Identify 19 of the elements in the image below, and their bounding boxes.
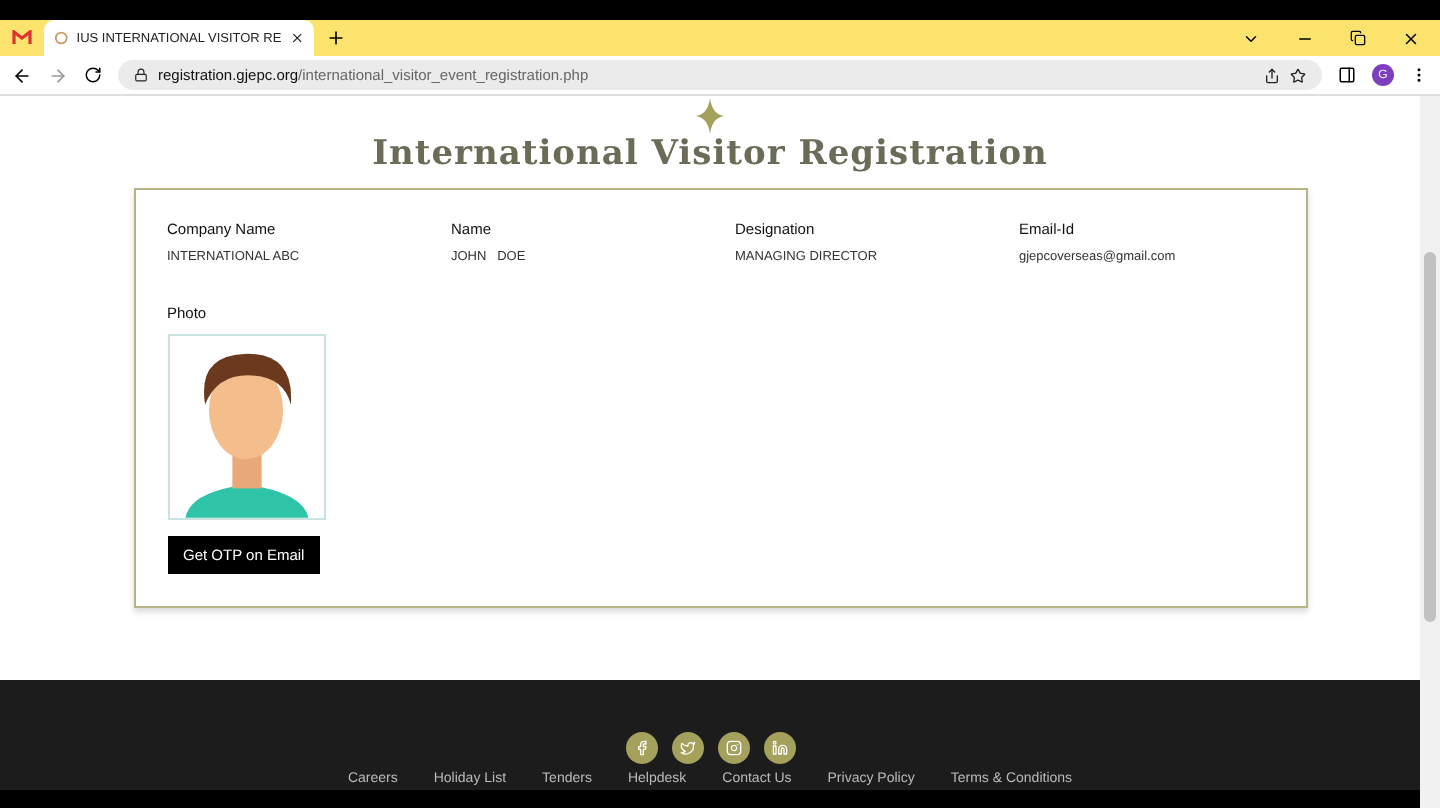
restore-icon[interactable] [1350,30,1366,46]
new-tab-icon[interactable] [326,28,346,48]
mail-icon[interactable] [12,30,32,46]
close-icon[interactable] [289,30,304,46]
sparkle-icon [696,98,724,134]
lock-icon [134,68,148,82]
side-panel-icon[interactable] [1338,66,1356,84]
twitter-icon[interactable] [671,732,703,764]
forward-icon[interactable] [48,65,68,85]
facebook-icon[interactable] [625,732,657,764]
reload-icon[interactable] [84,66,102,84]
star-icon[interactable] [1290,67,1306,83]
scrollbar[interactable] [1420,96,1440,808]
page-title: International Visitor Registration [372,134,1048,174]
close-icon[interactable] [1402,29,1420,47]
back-icon[interactable] [12,65,32,85]
instagram-icon[interactable] [717,732,749,764]
linkedin-icon[interactable] [763,732,795,764]
share-icon[interactable] [1264,67,1280,83]
